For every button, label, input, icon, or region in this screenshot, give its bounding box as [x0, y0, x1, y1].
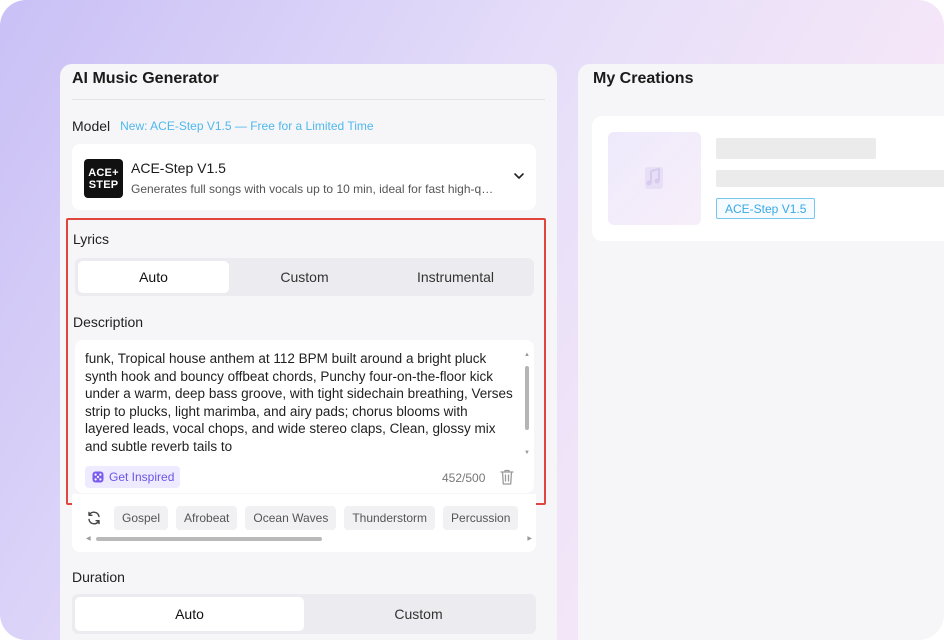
duration-auto[interactable]: Auto	[75, 597, 304, 631]
music-note-icon	[645, 167, 663, 189]
get-inspired-label: Get Inspired	[109, 470, 175, 484]
loading-subtitle-placeholder	[716, 170, 944, 187]
model-logo-line2: STEP	[88, 178, 119, 191]
tag-percussion[interactable]: Percussion	[443, 506, 519, 530]
tab-instrumental[interactable]: Instrumental	[380, 261, 531, 293]
scroll-down-icon[interactable]: ▼	[524, 450, 530, 456]
description-text[interactable]: funk, Tropical house anthem at 112 BPM b…	[85, 350, 513, 456]
scroll-thumb[interactable]	[525, 366, 529, 430]
tag-thunderstorm[interactable]: Thunderstorm	[344, 506, 436, 530]
get-inspired-button[interactable]: Get Inspired	[85, 466, 181, 488]
duration-title: Duration	[72, 569, 125, 585]
model-promo: New: ACE-Step V1.5 — Free for a Limited …	[120, 119, 374, 133]
model-logo: ACE+ STEP	[84, 159, 123, 198]
loading-title-placeholder	[716, 138, 876, 159]
divider	[72, 99, 545, 100]
chevron-down-icon[interactable]	[509, 166, 529, 186]
description-scrollbar[interactable]: ▲ ▼	[523, 352, 531, 458]
model-logo-line1: ACE+	[88, 166, 119, 179]
style-tags: Gospel Afrobeat Ocean Waves Thunderstorm…	[72, 494, 536, 552]
creation-card[interactable]: ACE-Step V1.5	[592, 116, 944, 241]
duration-custom[interactable]: Custom	[304, 597, 533, 631]
model-description: Generates full songs with vocals up to 1…	[131, 182, 497, 196]
model-select[interactable]: ACE+ STEP ACE-Step V1.5 Generates full s…	[72, 144, 536, 210]
tag-ocean-waves[interactable]: Ocean Waves	[245, 506, 337, 530]
description-label: Description	[73, 314, 144, 330]
model-badge: ACE-Step V1.5	[716, 198, 816, 219]
tags-row: Gospel Afrobeat Ocean Waves Thunderstorm…	[86, 506, 532, 530]
trash-icon[interactable]	[499, 468, 515, 486]
char-counter: 452/500	[442, 471, 486, 485]
tag-afrobeat[interactable]: Afrobeat	[176, 506, 238, 530]
generator-panel: AI Music Generator Model New: ACE-Step V…	[60, 64, 557, 640]
creation-thumbnail	[608, 132, 701, 225]
tag-gospel[interactable]: Gospel	[114, 506, 169, 530]
app-frame: AI Music Generator Model New: ACE-Step V…	[0, 0, 944, 640]
tags-scrollbar[interactable]: ◀ ▶	[86, 536, 532, 542]
model-row: Model New: ACE-Step V1.5 — Free for a Li…	[72, 118, 374, 134]
duration-tabs: Auto Custom	[72, 594, 536, 634]
model-label: Model	[72, 118, 111, 134]
dice-icon	[92, 471, 104, 483]
lyrics-title: Lyrics	[73, 231, 110, 247]
scroll-left-icon[interactable]: ◀	[86, 535, 91, 542]
description-field[interactable]: funk, Tropical house anthem at 112 BPM b…	[75, 340, 534, 493]
tags-scroll-thumb[interactable]	[96, 537, 322, 541]
lyrics-section: Lyrics Auto Custom Instrumental Descript…	[66, 218, 546, 505]
page-title: AI Music Generator	[72, 70, 219, 87]
scroll-right-icon[interactable]: ▶	[527, 535, 532, 542]
refresh-icon[interactable]	[86, 510, 102, 526]
creations-panel: My Creations ACE-Step V1.5	[578, 64, 944, 640]
lyrics-mode-tabs: Auto Custom Instrumental	[75, 258, 534, 296]
model-name: ACE-Step V1.5	[131, 160, 226, 176]
creations-title: My Creations	[593, 70, 694, 87]
tab-auto[interactable]: Auto	[78, 261, 229, 293]
scroll-up-icon[interactable]: ▲	[524, 352, 530, 358]
tab-custom[interactable]: Custom	[229, 261, 380, 293]
